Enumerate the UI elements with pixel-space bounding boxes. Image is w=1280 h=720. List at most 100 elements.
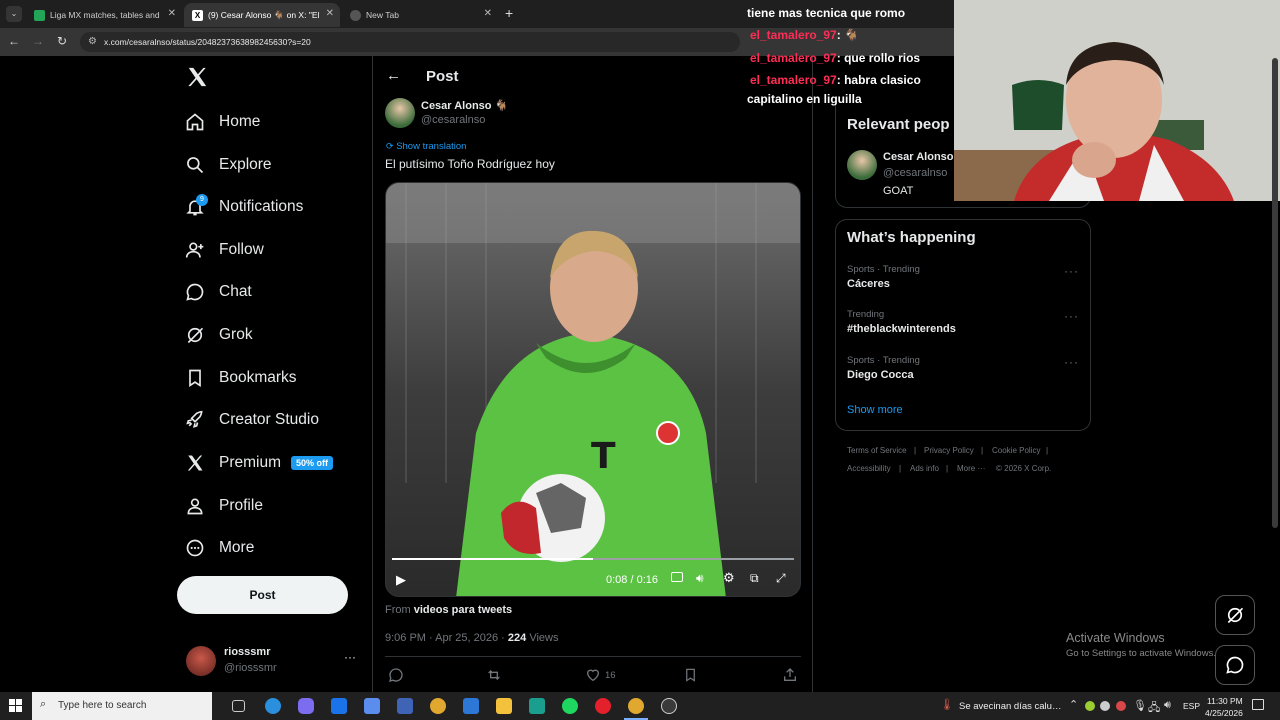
post-timestamp: 9:06 PM · Apr 25, 2026 · 224 Views xyxy=(385,632,559,644)
weather-text[interactable]: Se avecinan días calu… xyxy=(959,701,1061,712)
app-icon[interactable] xyxy=(529,698,545,714)
network-icon[interactable]: 🖧︎ xyxy=(1148,699,1160,718)
close-icon[interactable]: ✕ xyxy=(326,8,334,19)
microphone-icon[interactable]: 🎙︎ xyxy=(1133,699,1147,712)
copilot-icon[interactable] xyxy=(298,698,314,714)
reply-icon[interactable] xyxy=(388,667,404,688)
nav-bookmarks[interactable]: Bookmarks xyxy=(184,361,297,395)
footer-copyright: © 2026 X Corp. xyxy=(996,464,1052,473)
repost-icon[interactable] xyxy=(486,667,502,688)
footer-cookie[interactable]: Cookie Policy xyxy=(992,446,1040,455)
nav-creator-studio[interactable]: Creator Studio xyxy=(184,403,319,437)
nav-follow[interactable]: Follow xyxy=(184,233,264,267)
clock-date[interactable]: 4/25/2026 xyxy=(1205,708,1243,718)
nav-explore[interactable]: Explore xyxy=(184,148,272,182)
back-icon[interactable]: ← xyxy=(6,34,22,48)
tray-app-icon[interactable] xyxy=(1116,701,1126,711)
trend-item[interactable]: Sports · Trending Cáceres ··· xyxy=(847,264,1079,296)
spotify-icon[interactable] xyxy=(562,698,578,714)
notification-center-icon[interactable] xyxy=(1252,699,1264,710)
fullscreen-icon[interactable]: ⤢ xyxy=(776,571,786,586)
opera-icon[interactable] xyxy=(595,698,611,714)
like-button[interactable]: 16 xyxy=(585,667,616,683)
trend-item[interactable]: Sports · Trending Diego Cocca ··· xyxy=(847,355,1079,387)
tab-new-tab[interactable]: New Tab ✕ xyxy=(342,3,498,27)
back-arrow-icon[interactable]: ← xyxy=(386,67,401,84)
account-switcher[interactable]: riosssmr @riosssmr ··· xyxy=(184,644,362,684)
bookmark-icon xyxy=(184,367,206,389)
url-input[interactable]: ⚙ x.com/cesaralnso/status/20482373638982… xyxy=(80,32,740,52)
file-explorer-icon[interactable] xyxy=(496,698,512,714)
footer-accessibility[interactable]: Accessibility xyxy=(847,464,891,473)
new-tab-button[interactable]: + xyxy=(505,5,513,21)
more-dots-icon[interactable]: ··· xyxy=(1064,309,1079,323)
more-dots-icon[interactable]: ··· xyxy=(1064,355,1079,369)
nav-more[interactable]: More xyxy=(184,531,254,565)
tray-app-icon[interactable] xyxy=(1085,701,1095,711)
relevant-name[interactable]: Cesar Alonso xyxy=(883,151,954,163)
tray-chevron-icon[interactable]: ⌃ xyxy=(1069,698,1078,711)
forward-icon[interactable]: → xyxy=(30,34,46,48)
bookmark-icon[interactable] xyxy=(683,667,698,688)
chat-float-button[interactable] xyxy=(1215,645,1255,685)
volume-icon[interactable]: 🔊︎ xyxy=(1164,699,1171,712)
photos-icon[interactable] xyxy=(463,698,479,714)
page-title: Post xyxy=(426,68,459,85)
play-icon[interactable]: ▶ xyxy=(396,572,406,588)
language-indicator[interactable]: ESP xyxy=(1183,701,1200,711)
clock-time[interactable]: 11:30 PM xyxy=(1207,696,1243,706)
grok-float-button[interactable] xyxy=(1215,595,1255,635)
pip-icon[interactable]: ⧉ xyxy=(750,571,759,586)
source-link[interactable]: videos para tweets xyxy=(414,604,512,616)
video-progress-track[interactable] xyxy=(392,558,794,560)
author-avatar[interactable] xyxy=(385,98,415,128)
nav-chat[interactable]: Chat xyxy=(184,275,252,309)
video-player[interactable]: T ▶ 0:08 / 0:16 🔊︎ ⚙ ⧉ ⤢ xyxy=(385,182,801,597)
video-progress-fill xyxy=(392,558,593,560)
author-name[interactable]: Cesar Alonso 🐐 xyxy=(421,99,508,112)
chrome-active-icon[interactable] xyxy=(628,698,644,714)
show-translation-link[interactable]: ⟳ Show translation xyxy=(386,141,466,152)
nav-home[interactable]: Home xyxy=(184,105,260,139)
reload-icon[interactable]: ↻ xyxy=(54,34,70,48)
close-icon[interactable]: ✕ xyxy=(484,8,492,19)
chrome-icon[interactable] xyxy=(430,698,446,714)
scrollbar[interactable] xyxy=(1272,58,1278,528)
x-logo-icon[interactable] xyxy=(186,66,208,90)
footer-ads-info[interactable]: Ads info xyxy=(910,464,939,473)
taskbar-search-box[interactable]: ⌕ Type here to search xyxy=(32,692,212,720)
tray-app-icon[interactable] xyxy=(1100,701,1110,711)
tab-search-button[interactable]: ⌄ xyxy=(6,6,22,22)
share-icon[interactable] xyxy=(782,667,798,688)
more-dots-icon[interactable]: ··· xyxy=(344,650,356,664)
volume-icon[interactable]: 🔊︎ xyxy=(696,571,704,586)
task-view-icon[interactable] xyxy=(232,700,245,712)
captions-icon[interactable] xyxy=(671,572,683,582)
relevant-avatar[interactable] xyxy=(847,150,877,180)
tab-liga-mx[interactable]: Liga MX matches, tables and n… ✕ xyxy=(26,3,182,27)
post-button[interactable]: Post xyxy=(177,576,348,614)
vscode-icon[interactable] xyxy=(397,698,413,714)
mail-icon[interactable] xyxy=(331,698,347,714)
edge-icon[interactable] xyxy=(265,698,281,714)
nav-premium[interactable]: Premium 50% off xyxy=(184,446,334,480)
trend-item[interactable]: Trending #theblackwinterends ··· xyxy=(847,309,1079,341)
footer-more[interactable]: More ··· xyxy=(957,464,985,473)
close-icon[interactable]: ✕ xyxy=(168,8,176,19)
site-info-icon[interactable]: ⚙ xyxy=(88,32,97,52)
windows-start-icon[interactable] xyxy=(9,699,23,718)
store-icon[interactable] xyxy=(364,698,380,714)
obs-icon[interactable] xyxy=(661,698,677,714)
footer-privacy[interactable]: Privacy Policy xyxy=(924,446,974,455)
nav-profile[interactable]: Profile xyxy=(184,489,263,523)
tab-x-post[interactable]: X (9) Cesar Alonso 🐐 on X: "El p… ✕ xyxy=(184,3,340,27)
author-handle[interactable]: @cesaralnso xyxy=(421,114,485,126)
more-dots-icon[interactable]: ··· xyxy=(1064,264,1079,278)
weather-icon[interactable]: 🌡︎ xyxy=(940,698,954,711)
show-more-link[interactable]: Show more xyxy=(847,404,903,416)
settings-icon[interactable]: ⚙ xyxy=(723,570,735,586)
footer-terms[interactable]: Terms of Service xyxy=(847,446,907,455)
video-frame: T xyxy=(386,183,800,596)
sheet-icon xyxy=(34,9,45,21)
nav-grok[interactable]: Grok xyxy=(184,318,253,352)
